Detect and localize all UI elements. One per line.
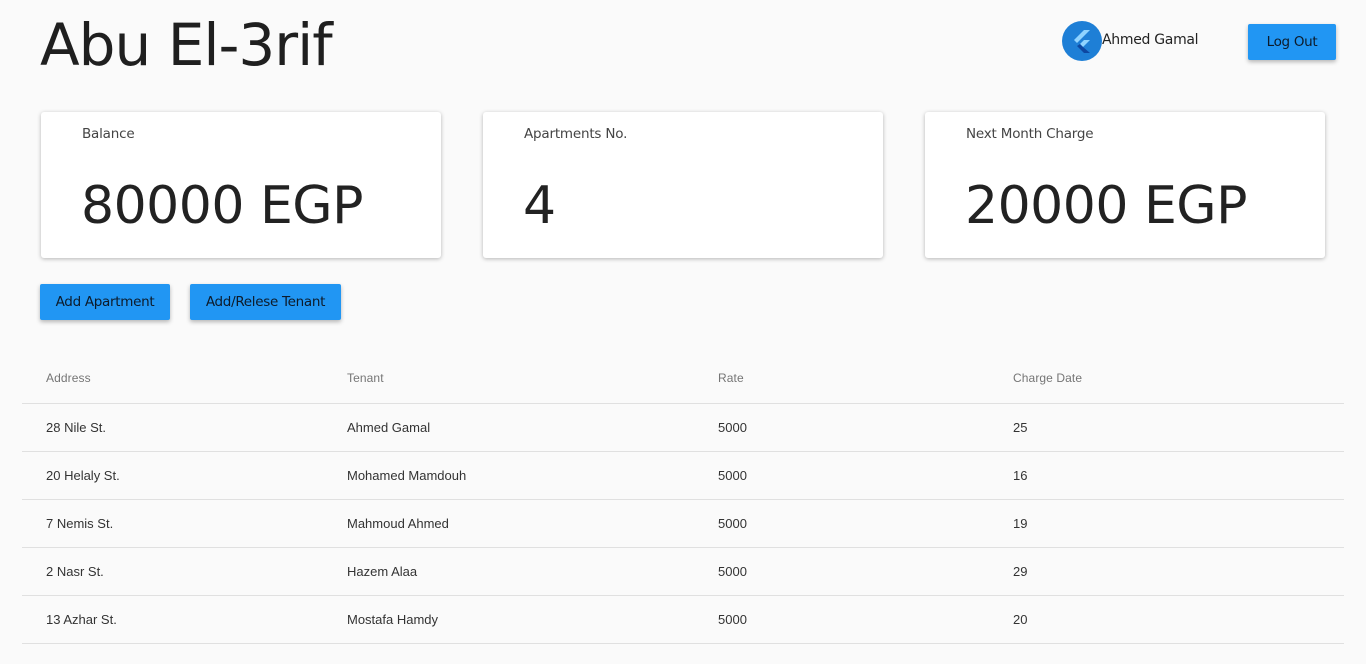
cell-rate: 5000 bbox=[718, 468, 747, 483]
user-name: Ahmed Gamal bbox=[1102, 32, 1199, 48]
cell-address: 13 Azhar St. bbox=[46, 612, 117, 627]
add-apartment-button[interactable]: Add Apartment bbox=[40, 284, 170, 320]
cell-rate: 5000 bbox=[718, 420, 747, 435]
cell-charge-date: 19 bbox=[1013, 516, 1028, 531]
column-header-charge-date[interactable]: Charge Date bbox=[1013, 371, 1313, 385]
card-label: Balance bbox=[82, 126, 135, 142]
apartments-table: Address Tenant Rate Charge Date 28 Nile … bbox=[22, 352, 1344, 644]
table-row[interactable]: 13 Azhar St. Mostafa Hamdy 5000 20 bbox=[22, 596, 1344, 644]
cell-tenant: Mohamed Mamdouh bbox=[347, 468, 467, 483]
add-release-tenant-button[interactable]: Add/Relese Tenant bbox=[190, 284, 341, 320]
card-label: Apartments No. bbox=[524, 126, 628, 142]
dashboard-page: Abu El-3rif Ahmed Gamal Log Out Balance … bbox=[0, 0, 1366, 664]
app-title: Abu El-3rif bbox=[40, 11, 333, 79]
cell-charge-date: 25 bbox=[1013, 420, 1028, 435]
column-header-rate[interactable]: Rate bbox=[718, 371, 1013, 385]
card-label: Next Month Charge bbox=[966, 126, 1094, 142]
cell-charge-date: 16 bbox=[1013, 468, 1028, 483]
cell-rate: 5000 bbox=[718, 612, 747, 627]
balance-card: Balance 80000 EGP bbox=[41, 112, 441, 258]
cell-address: 20 Helaly St. bbox=[46, 468, 120, 483]
next-month-charge-card: Next Month Charge 20000 EGP bbox=[925, 112, 1325, 258]
table-row[interactable]: 20 Helaly St. Mohamed Mamdouh 5000 16 bbox=[22, 452, 1344, 500]
cell-rate: 5000 bbox=[718, 516, 747, 531]
cell-address: 7 Nemis St. bbox=[46, 516, 114, 531]
table-row[interactable]: 28 Nile St. Ahmed Gamal 5000 25 bbox=[22, 404, 1344, 452]
table-header: Address Tenant Rate Charge Date bbox=[22, 352, 1344, 404]
apartments-count-card: Apartments No. 4 bbox=[483, 112, 883, 258]
cell-tenant: Mostafa Hamdy bbox=[347, 612, 439, 627]
user-profile: Ahmed Gamal bbox=[1062, 21, 1199, 61]
flutter-logo-icon bbox=[1074, 30, 1090, 53]
column-header-tenant[interactable]: Tenant bbox=[347, 371, 718, 385]
logout-button[interactable]: Log Out bbox=[1248, 24, 1336, 60]
cell-tenant: Mahmoud Ahmed bbox=[347, 516, 449, 531]
card-value: 4 bbox=[523, 176, 556, 236]
cell-charge-date: 20 bbox=[1013, 612, 1028, 627]
cell-charge-date: 29 bbox=[1013, 564, 1028, 579]
table-row[interactable]: 2 Nasr St. Hazem Alaa 5000 29 bbox=[22, 548, 1344, 596]
column-header-address[interactable]: Address bbox=[22, 371, 347, 385]
cell-tenant: Hazem Alaa bbox=[347, 564, 418, 579]
cell-tenant: Ahmed Gamal bbox=[347, 420, 431, 435]
card-value: 20000 EGP bbox=[965, 176, 1247, 236]
avatar[interactable] bbox=[1062, 21, 1102, 61]
table-row[interactable]: 7 Nemis St. Mahmoud Ahmed 5000 19 bbox=[22, 500, 1344, 548]
card-value: 80000 EGP bbox=[81, 176, 363, 236]
cell-rate: 5000 bbox=[718, 564, 747, 579]
cell-address: 28 Nile St. bbox=[46, 420, 106, 435]
cell-address: 2 Nasr St. bbox=[46, 564, 104, 579]
